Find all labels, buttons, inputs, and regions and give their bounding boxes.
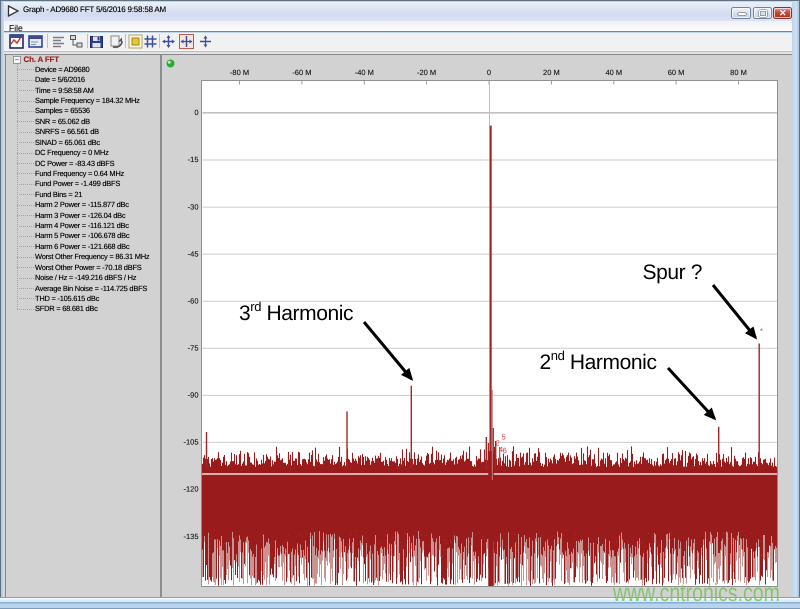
svg-text:-120: -120 [183, 485, 198, 494]
svg-text:5: 5 [502, 432, 506, 441]
svg-text:*: * [760, 327, 763, 336]
svg-text:-20 M: -20 M [417, 68, 436, 77]
svg-text:-15: -15 [188, 155, 199, 164]
svg-text:80 M: 80 M [730, 68, 747, 77]
svg-text:60 M: 60 M [668, 68, 685, 77]
svg-text:0: 0 [487, 68, 491, 77]
svg-text:-80 M: -80 M [230, 68, 249, 77]
svg-text:6: 6 [503, 446, 507, 455]
svg-text:-45: -45 [188, 249, 199, 258]
svg-text:-135: -135 [183, 532, 198, 541]
svg-text:-60 M: -60 M [292, 68, 311, 77]
svg-text:-90: -90 [188, 391, 199, 400]
svg-text:-105: -105 [183, 438, 198, 447]
svg-text:-40 M: -40 M [355, 68, 374, 77]
svg-text:0: 0 [194, 108, 198, 117]
svg-text:20 M: 20 M [543, 68, 560, 77]
svg-text:-60: -60 [188, 296, 199, 305]
svg-text:40 M: 40 M [605, 68, 622, 77]
svg-text:-75: -75 [188, 344, 199, 353]
svg-text:-30: -30 [188, 202, 199, 211]
